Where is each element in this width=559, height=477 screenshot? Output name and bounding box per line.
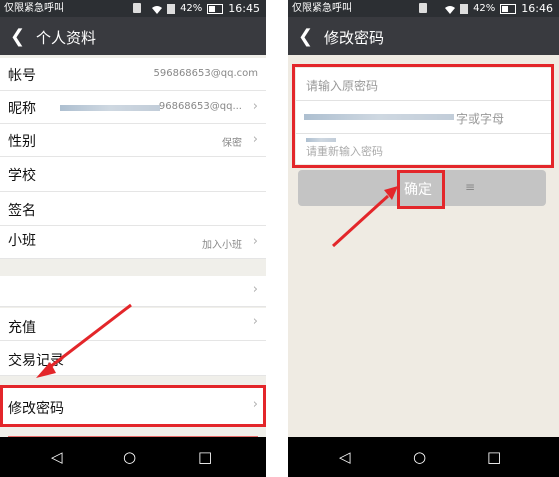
back-triangle-icon[interactable]: ◁	[339, 448, 351, 466]
android-nav-bar: ◁ ○ □	[0, 437, 266, 477]
change-password-screen: 仅限紧急呼叫 42% 16:46 ❮ 修改密码 请输入原密码 字或字母 请重新输…	[288, 0, 559, 477]
home-circle-icon[interactable]: ○	[413, 448, 426, 466]
back-triangle-icon[interactable]: ◁	[51, 448, 63, 466]
android-nav-bar: ◁ ○ □	[288, 437, 559, 477]
red-arrow	[36, 303, 132, 378]
recents-square-icon[interactable]: □	[198, 448, 212, 466]
recents-square-icon[interactable]: □	[487, 448, 501, 466]
red-arrow	[331, 186, 398, 248]
profile-screen: 仅限紧急呼叫 42% 16:45 ❮ 个人资料 帐号 596868653@qq.…	[0, 0, 266, 477]
home-circle-icon[interactable]: ○	[123, 448, 136, 466]
